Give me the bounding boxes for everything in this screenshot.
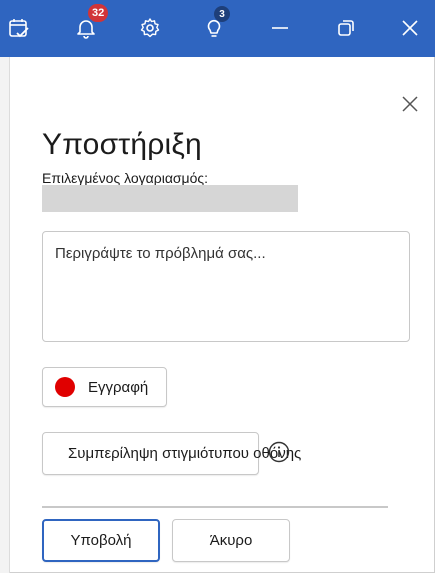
calendar-check-icon[interactable]: [1, 10, 37, 46]
minimize-icon[interactable]: [262, 10, 298, 46]
notifications-badge: 32: [88, 4, 109, 22]
record-button[interactable]: Εγγραφή: [42, 367, 167, 407]
submit-button[interactable]: Υποβολή: [42, 519, 160, 562]
left-edge: [0, 57, 10, 573]
account-label: Επιλεγμένος λογαριασμός:: [42, 170, 209, 186]
screenshot-label: Συμπερίληψη στιγμιότυπου οθόνης: [68, 445, 302, 462]
bell-icon[interactable]: 32: [68, 4, 109, 46]
pane-close-icon[interactable]: [395, 89, 425, 119]
tips-badge: 3: [214, 6, 230, 22]
account-value: [42, 185, 298, 212]
page-title: Υποστήριξη: [42, 128, 202, 161]
info-icon[interactable]: [268, 441, 290, 463]
restore-icon[interactable]: [328, 10, 364, 46]
title-bar: 32 3: [0, 0, 435, 57]
cancel-button[interactable]: Άκυρο: [172, 519, 290, 562]
lightbulb-icon[interactable]: 3: [196, 6, 232, 46]
screenshot-button[interactable]: Συμπερίληψη στιγμιότυπου οθόνης: [42, 432, 301, 475]
record-icon: [55, 377, 75, 397]
description-field[interactable]: Περιγράψτε το πρόβλημά σας...: [42, 231, 410, 342]
close-icon[interactable]: [392, 10, 428, 46]
divider: [42, 506, 388, 508]
gear-icon[interactable]: [132, 10, 168, 46]
record-label: Εγγραφή: [88, 378, 149, 396]
